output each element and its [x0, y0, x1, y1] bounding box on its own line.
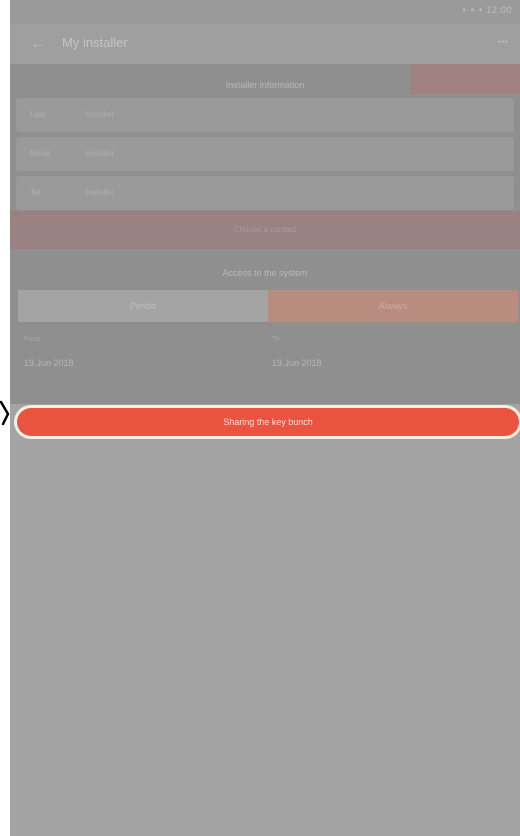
name-field[interactable]: Name Installer: [16, 137, 514, 171]
pointer-arrow-icon: [0, 400, 10, 426]
segment-always[interactable]: Always: [268, 290, 518, 322]
tel-field[interactable]: Tel Installer: [16, 176, 514, 210]
device-screen: • • • 12:00 ← My installer ••• Installer…: [10, 0, 520, 836]
choose-contact-label: Choose a contact: [233, 225, 297, 234]
field-value: Installer: [86, 149, 115, 158]
status-indicators: • • • 12:00: [461, 6, 512, 16]
page-title: My installer: [62, 35, 128, 50]
from-date-value[interactable]: 19 Jun 2018: [24, 358, 74, 368]
to-date-label: To: [272, 336, 280, 343]
field-value: Installer: [86, 188, 115, 197]
app-bar: ← My installer •••: [10, 24, 520, 64]
back-arrow-icon[interactable]: ←: [28, 34, 48, 54]
field-label: Tel: [30, 188, 41, 197]
more-menu-button[interactable]: •••: [497, 37, 508, 48]
from-date-label: From: [24, 336, 41, 343]
to-date-value[interactable]: 19 Jun 2018: [272, 358, 322, 368]
last-name-field[interactable]: Last Installer: [16, 98, 514, 132]
field-value: Installer: [86, 110, 115, 119]
field-label: Last: [30, 110, 46, 119]
share-key-bunch-button[interactable]: Sharing the key bunch: [17, 408, 519, 436]
section-header-access: Access to the system: [222, 268, 308, 278]
segment-period[interactable]: Period: [18, 290, 268, 322]
header-accent-chip: [410, 64, 520, 94]
field-label: Name: [30, 149, 52, 158]
status-bar: • • • 12:00: [10, 0, 520, 24]
choose-contact-band[interactable]: Choose a contact: [10, 211, 520, 249]
